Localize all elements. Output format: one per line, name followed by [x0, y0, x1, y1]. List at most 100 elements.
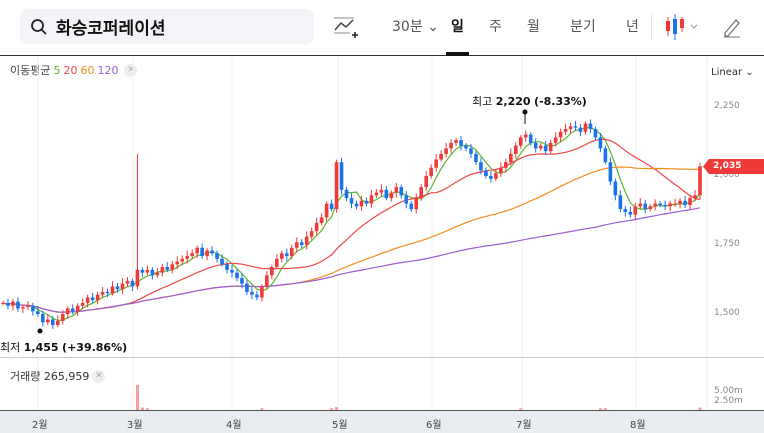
candle	[80, 302, 85, 306]
candle	[404, 195, 409, 204]
candle	[638, 203, 643, 207]
tab-week[interactable]: 주	[489, 16, 502, 36]
candle	[364, 200, 369, 204]
candle	[280, 253, 284, 259]
candle	[165, 267, 170, 270]
candle	[593, 129, 598, 138]
candle	[85, 297, 90, 303]
candle	[41, 314, 45, 323]
tab-year[interactable]: 년	[626, 16, 639, 36]
tab-month[interactable]: 월	[527, 16, 540, 36]
search-icon	[31, 18, 47, 35]
candle	[374, 192, 379, 196]
candle	[563, 129, 568, 132]
candle	[518, 137, 523, 146]
candle	[538, 145, 543, 149]
candle	[359, 200, 364, 207]
candle	[583, 123, 588, 132]
candle	[130, 280, 135, 287]
candle	[185, 256, 190, 259]
candle	[11, 301, 15, 306]
candle	[354, 203, 359, 207]
candle	[414, 198, 419, 210]
candle	[513, 145, 518, 154]
candle	[573, 126, 578, 128]
x-tick: 7월	[516, 420, 532, 431]
candle	[270, 267, 274, 276]
candle	[110, 286, 115, 294]
candle	[160, 267, 165, 273]
volume-tick: 5.00m	[714, 386, 743, 396]
candle	[598, 137, 603, 149]
candle	[125, 280, 130, 284]
candle	[6, 302, 10, 306]
candle	[633, 206, 638, 215]
candle	[339, 162, 344, 190]
candle	[36, 311, 40, 314]
close-icon[interactable]: ✕	[92, 369, 106, 383]
candle	[439, 153, 443, 160]
candle	[145, 269, 150, 273]
candle	[588, 123, 593, 130]
candle	[623, 209, 628, 212]
candle	[115, 286, 120, 290]
candle	[190, 253, 194, 257]
stock-search-box[interactable]: 화승코퍼레이션	[20, 9, 314, 44]
candle	[220, 258, 224, 265]
candle	[523, 134, 528, 138]
tab-day[interactable]: 일	[451, 16, 464, 36]
candle	[494, 173, 498, 179]
candle	[349, 198, 354, 204]
candle	[170, 264, 175, 270]
candle	[334, 162, 339, 210]
candle	[459, 140, 463, 146]
pane-divider[interactable]	[0, 357, 764, 358]
candle	[1, 302, 5, 304]
x-tick: 3월	[127, 420, 143, 431]
candle	[210, 250, 214, 254]
candle	[484, 170, 488, 176]
candle	[250, 291, 254, 295]
candle	[543, 145, 548, 152]
candle	[26, 305, 30, 308]
divider	[651, 14, 652, 40]
candle	[479, 162, 483, 171]
candle	[319, 217, 324, 223]
candle	[155, 272, 160, 276]
chart-add-indicator-icon[interactable]	[334, 16, 360, 40]
candle	[75, 305, 80, 312]
volume-bar	[135, 384, 139, 410]
candle	[60, 314, 65, 321]
tab-30min[interactable]: 30분 ⌄	[392, 16, 439, 36]
candle	[553, 137, 558, 143]
candle	[309, 231, 314, 237]
candle	[180, 258, 185, 262]
candle	[65, 308, 70, 314]
candle	[608, 162, 613, 182]
y-tick: 1,750	[714, 239, 740, 249]
candle	[150, 269, 155, 276]
candle	[693, 195, 697, 199]
candle	[548, 142, 553, 152]
candle	[653, 203, 657, 207]
candle	[255, 294, 259, 298]
candlestick-icon[interactable]	[664, 14, 702, 40]
candle	[379, 189, 384, 193]
x-tick: 6월	[426, 420, 442, 431]
candle	[369, 195, 374, 204]
candle	[175, 261, 180, 265]
stock-title: 화승코퍼레이션	[56, 19, 166, 39]
candle	[658, 203, 662, 205]
low-annotation: 최저 1,455 (+39.86%)	[0, 341, 128, 354]
header: 화승코퍼레이션 30분 ⌄ 일 주 월 분기 년	[0, 0, 764, 56]
candle	[678, 200, 682, 204]
candle	[389, 192, 394, 199]
candle	[429, 167, 433, 176]
candle	[424, 176, 428, 188]
tab-quarter[interactable]: 분기	[570, 16, 596, 36]
candle	[384, 189, 389, 199]
candle	[698, 166, 702, 196]
candle	[444, 148, 448, 154]
candle	[314, 222, 319, 232]
pencil-icon[interactable]	[722, 16, 742, 38]
